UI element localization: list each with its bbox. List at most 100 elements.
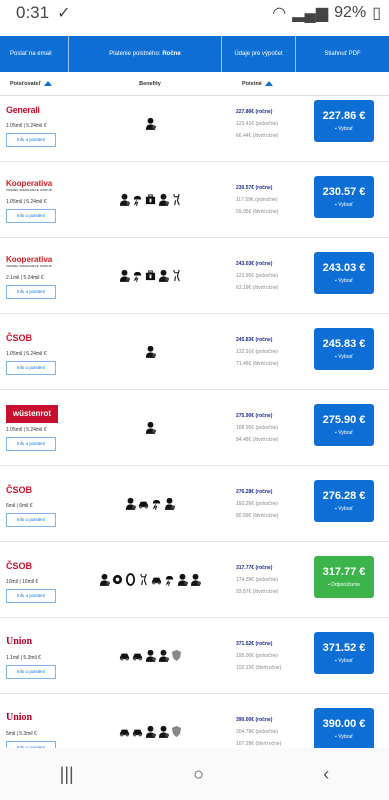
price-yearly: 243.03€ (ročne) [236, 260, 273, 267]
select-offer-button[interactable]: 243.03 € ▪ Vybrať [314, 252, 374, 294]
person-icon [119, 193, 130, 206]
price-quarterly: 84.48€ (štvrťročne) [236, 436, 279, 443]
insurer-cell: ČSOB 6mil | 6mil € Info o poistení [0, 481, 78, 527]
benefits-cell [78, 193, 222, 207]
coverage-limit: 6mil | 6mil € [6, 502, 33, 509]
benefits-cell [78, 117, 222, 130]
select-offer-button[interactable]: 317.77 € ▪ Odporúčame [314, 556, 374, 598]
shield-icon [171, 649, 182, 662]
person-icon [119, 269, 130, 282]
insurer-cell: ČSOB 1.05mil | 5.24mil € Info o poistení [0, 329, 78, 375]
insurer-logo: Union [6, 712, 33, 723]
sort-arrow-icon [264, 80, 273, 86]
person-icon [177, 573, 188, 586]
car-icon [138, 497, 149, 510]
price-half-yearly: 168.95€ (polročne) [236, 424, 278, 431]
info-button[interactable]: Info o poistení [6, 208, 56, 223]
info-button[interactable]: Info o poistení [6, 132, 56, 147]
offer-row: Kooperativa VIENNA INSURANCE GROUP 2.1mil… [0, 238, 389, 314]
info-button[interactable]: Info o poistení [6, 588, 56, 603]
payment-frequency-selector[interactable]: Platenie poistného: Ročne [69, 36, 222, 72]
offer-row: ČSOB 1.05mil | 5.24mil € Info o poistení… [0, 314, 389, 390]
info-button[interactable]: Info o poistení [6, 284, 56, 299]
offer-row: wüstenrot 1.05mil | 5.24mil € Info o poi… [0, 390, 389, 466]
insurer-cell: ČSOB 10mil | 10mil € Info o poistení [0, 557, 78, 603]
offer-price: 227.86 € [322, 110, 366, 122]
select-offer-button[interactable]: 371.52 € ▪ Vybrať [314, 632, 374, 674]
info-button[interactable]: Info o poistení [6, 360, 56, 375]
back-icon[interactable]: ‹ [323, 764, 329, 785]
person-icon [158, 649, 169, 662]
offer-row: Kooperativa VIENNA INSURANCE GROUP 1.05mi… [0, 162, 389, 238]
shield-icon [171, 725, 182, 738]
coverage-limit: 2.1mil | 5.24mil € [6, 274, 44, 281]
price-quarterly: 63.19€ (štvrťročne) [236, 284, 279, 291]
price-quarterly: 93.87€ (štvrťročne) [236, 588, 279, 595]
select-label: ▪ Vybrať [335, 430, 353, 436]
select-label: ▪ Vybrať [335, 354, 353, 360]
person-icon [158, 725, 169, 738]
home-icon[interactable]: ○ [193, 764, 204, 785]
insurer-logo: Generali [6, 104, 40, 115]
select-label: ▪ Vybrať [335, 278, 353, 284]
select-label: ▪ Odporúčame [327, 582, 361, 588]
premium-cell: 230.57€ (ročne) 117.59€ (polročne) 59.95… [222, 182, 312, 218]
price-half-yearly: 123.41€ (polročne) [236, 120, 278, 127]
signal-icon: ▂▄▆ [292, 5, 329, 22]
info-button[interactable]: Info o poistení [6, 512, 56, 527]
person-icon [145, 725, 156, 738]
price-yearly: 245.83€ (ročne) [236, 336, 273, 343]
toolbar: Poslať na email Platenie poistného: Ročne… [0, 36, 389, 72]
logo-subtitle: VIENNA INSURANCE GROUP [6, 188, 53, 192]
coverage-limit: 1.05mil | 5.24mil € [6, 198, 47, 205]
storm-icon [132, 269, 143, 283]
insurer-logo: Kooperativa VIENNA INSURANCE GROUP [6, 255, 53, 268]
price-half-yearly: 150.26€ (polročne) [236, 500, 278, 507]
car-icon [151, 573, 162, 586]
insurer-logo: ČSOB [6, 332, 33, 343]
coverage-limit: 10mil | 10mil € [6, 578, 39, 585]
info-button[interactable]: Info o poistení [6, 664, 56, 679]
recents-icon[interactable]: ||| [60, 764, 74, 785]
select-label: ▪ Vybrať [335, 658, 353, 664]
benefits-cell [78, 725, 222, 738]
price-quarterly: 66.44€ (štvrťročne) [236, 132, 279, 139]
person-icon [158, 193, 169, 206]
person-icon [99, 573, 110, 586]
coverage-limit: 5mil | 5.3mil € [6, 730, 37, 737]
select-label: ▪ Vybrať [335, 734, 353, 740]
insurer-logo: ČSOB [6, 484, 33, 495]
premium-cell: 245.83€ (ročne) 132.91€ (polročne) 71.46… [222, 334, 312, 370]
premium-cell: 275.90€ (ročne) 168.95€ (polročne) 84.48… [222, 410, 312, 446]
deer-icon [171, 269, 182, 282]
premium-cell: 317.77€ (ročne) 174.39€ (polročne) 93.87… [222, 562, 312, 598]
calculation-details-button[interactable]: Údaje pre výpočet [222, 36, 296, 72]
person-icon [158, 269, 169, 282]
download-pdf-button[interactable]: Stiahnuť PDF [296, 36, 389, 72]
send-email-button[interactable]: Poslať na email [0, 36, 69, 72]
benefits-cell [78, 497, 222, 511]
offer-row: ČSOB 10mil | 10mil € Info o poistení 317… [0, 542, 389, 618]
coverage-limit: 1.05mil | 5.24mil € [6, 122, 47, 129]
price-yearly: 230.57€ (ročne) [236, 184, 273, 191]
select-offer-button[interactable]: 245.83 € ▪ Vybrať [314, 328, 374, 370]
offer-price: 390.00 € [322, 718, 366, 730]
status-time: 0:31 [16, 3, 50, 22]
coverage-limit: 1.1mil | 5.3mil € [6, 654, 41, 661]
select-offer-button[interactable]: 230.57 € ▪ Vybrať [314, 176, 374, 218]
person-icon [145, 649, 156, 662]
offer-price: 276.28 € [322, 490, 366, 502]
select-offer-button[interactable]: 275.90 € ▪ Vybrať [314, 404, 374, 446]
select-offer-button[interactable]: 227.86 € ▪ Vybrať [314, 100, 374, 142]
info-button[interactable]: Info o poistení [6, 436, 56, 451]
offer-price: 275.90 € [322, 414, 366, 426]
insurer-cell: Generali 1.05mil | 5.24mil € Info o pois… [0, 101, 78, 147]
price-quarterly: 102.15€ (štvrťročne) [236, 664, 282, 671]
price-quarterly: 59.95€ (štvrťročne) [236, 208, 279, 215]
price-yearly: 317.77€ (ročne) [236, 564, 273, 571]
premium-cell: 276.28€ (ročne) 150.26€ (polročne) 80.89… [222, 486, 312, 522]
select-offer-button[interactable]: 276.28 € ▪ Vybrať [314, 480, 374, 522]
select-label: ▪ Vybrať [335, 506, 353, 512]
select-offer-button[interactable]: 390.00 € ▪ Vybrať [314, 708, 374, 750]
offer-price: 230.57 € [322, 186, 366, 198]
